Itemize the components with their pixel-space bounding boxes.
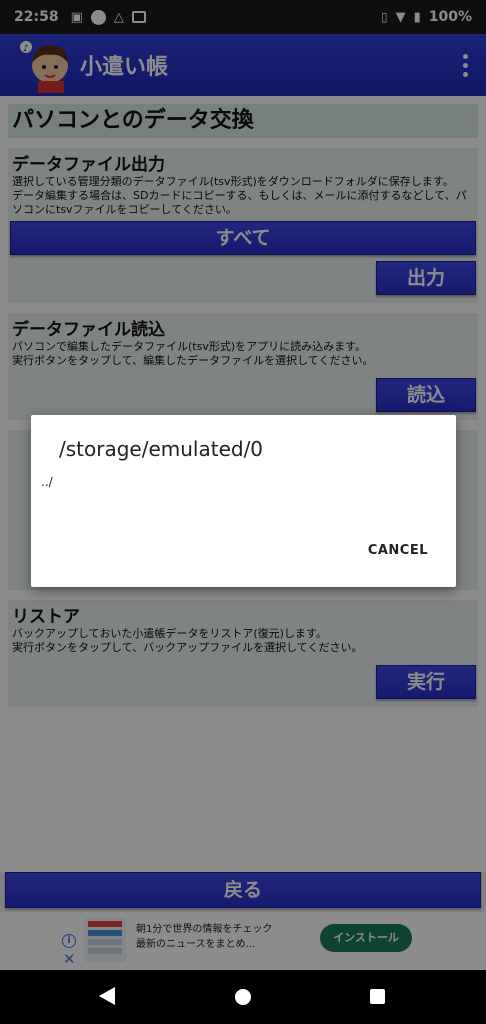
nav-recents-icon[interactable] [370,989,385,1004]
dialog-title: /storage/emulated/0 [59,437,264,461]
navigation-bar [0,970,486,1024]
parent-directory-item[interactable]: ../ [41,475,53,489]
nav-back-icon[interactable] [99,987,115,1005]
nav-home-icon[interactable] [235,989,251,1005]
file-chooser-dialog: /storage/emulated/0 ../ CANCEL [31,415,456,587]
cancel-button[interactable]: CANCEL [368,543,428,558]
